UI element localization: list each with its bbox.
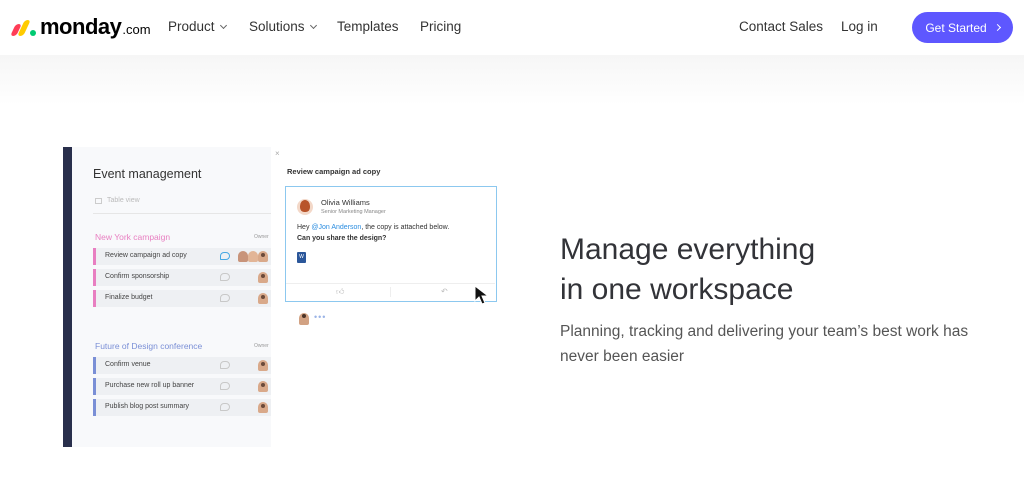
item-name: Review campaign ad copy bbox=[105, 252, 187, 259]
comment-bubble-icon bbox=[220, 294, 230, 302]
group-color-strip bbox=[93, 357, 96, 374]
nav-solutions-label: Solutions bbox=[249, 19, 305, 34]
avatar bbox=[258, 293, 268, 304]
monday-logo[interactable]: monday .com bbox=[10, 14, 151, 40]
comment-bubble-icon bbox=[220, 382, 230, 390]
comment-bubble-icon bbox=[220, 403, 230, 411]
comment-bubble-icon bbox=[220, 252, 230, 260]
update-message-line2: Can you share the design? bbox=[297, 235, 387, 242]
group-color-strip bbox=[93, 290, 96, 307]
table-row: Purchase new roll up banner bbox=[93, 378, 271, 395]
msg-suffix: , the copy is attached below. bbox=[361, 224, 450, 231]
group-color-strip bbox=[93, 269, 96, 286]
mouse-cursor-icon bbox=[474, 285, 490, 305]
typing-indicator: ••• bbox=[314, 312, 327, 322]
nav-templates[interactable]: Templates bbox=[337, 19, 399, 34]
hero-headline-line2: in one workspace bbox=[560, 273, 794, 306]
group-title: New York campaign bbox=[95, 232, 171, 242]
avatar bbox=[258, 381, 268, 392]
group-color-strip bbox=[93, 399, 96, 416]
logo-suffix: .com bbox=[122, 22, 151, 37]
header-fade-band bbox=[0, 55, 1024, 105]
like-icon: 👍︎ bbox=[336, 287, 345, 296]
comment-bubble-icon bbox=[220, 273, 230, 281]
nav-product[interactable]: Product bbox=[168, 19, 227, 34]
table-row: Confirm sponsorship bbox=[93, 269, 271, 286]
divider bbox=[93, 213, 271, 214]
board-title: Event management bbox=[93, 167, 202, 181]
avatar bbox=[258, 402, 268, 413]
item-name: Confirm sponsorship bbox=[105, 273, 170, 280]
close-icon: × bbox=[275, 149, 280, 158]
get-started-label: Get Started bbox=[925, 20, 987, 35]
author-role: Senior Marketing Manager bbox=[321, 209, 386, 215]
owner-column-header: Owner bbox=[254, 343, 269, 349]
chevron-right-icon bbox=[993, 23, 1001, 32]
table-row: Review campaign ad copy bbox=[93, 248, 271, 265]
author-name: Olivia Williams bbox=[321, 198, 370, 207]
group-title: Future of Design conference bbox=[95, 341, 203, 351]
board-mockup: Event management Table view New York cam… bbox=[63, 147, 271, 447]
owner-column-header: Owner bbox=[254, 234, 269, 240]
group-color-strip bbox=[93, 248, 96, 265]
view-selector: Table view bbox=[95, 197, 140, 204]
item-name: Confirm venue bbox=[105, 361, 151, 368]
view-label: Table view bbox=[107, 197, 140, 204]
avatar bbox=[238, 251, 248, 262]
comment-bubble-icon bbox=[220, 361, 230, 369]
nav-pricing[interactable]: Pricing bbox=[420, 19, 461, 34]
reply-icon: ↶ bbox=[441, 287, 448, 296]
login-link[interactable]: Log in bbox=[841, 19, 878, 34]
table-row: Publish blog post summary bbox=[93, 399, 271, 416]
nav-product-label: Product bbox=[168, 19, 215, 34]
contact-sales-link[interactable]: Contact Sales bbox=[739, 19, 823, 34]
logo-mark-icon bbox=[10, 20, 37, 36]
avatar bbox=[299, 313, 309, 325]
avatar bbox=[248, 251, 258, 262]
avatar bbox=[297, 199, 313, 215]
table-row: Confirm venue bbox=[93, 357, 271, 374]
avatar bbox=[258, 360, 268, 371]
update-card: Olivia Williams Senior Marketing Manager… bbox=[285, 186, 497, 302]
hero-subtext: Planning, tracking and delivering your t… bbox=[560, 323, 969, 365]
item-name: Publish blog post summary bbox=[105, 403, 190, 410]
hero-headline: Manage everything in one workspace bbox=[560, 230, 815, 310]
avatar bbox=[258, 251, 268, 262]
chevron-down-icon bbox=[219, 21, 227, 29]
card-divider bbox=[390, 287, 391, 297]
get-started-button[interactable]: Get Started bbox=[912, 12, 1013, 43]
avatar bbox=[258, 272, 268, 283]
card-divider bbox=[286, 283, 495, 284]
top-nav: monday .com Product Solutions Templates … bbox=[0, 0, 1024, 55]
logo-wordmark: monday bbox=[40, 14, 122, 39]
item-name: Finalize budget bbox=[105, 294, 153, 301]
user-mention: @Jon Anderson bbox=[311, 224, 362, 231]
group-color-strip bbox=[93, 378, 96, 395]
chevron-down-icon bbox=[309, 21, 317, 29]
update-message: Hey @Jon Anderson, the copy is attached … bbox=[297, 224, 449, 231]
panel-title: Review campaign ad copy bbox=[287, 167, 381, 176]
item-name: Purchase new roll up banner bbox=[105, 382, 195, 389]
board-sidebar bbox=[63, 147, 72, 447]
word-document-icon: W bbox=[297, 252, 306, 263]
nav-solutions[interactable]: Solutions bbox=[249, 19, 317, 34]
msg-prefix: Hey bbox=[297, 224, 312, 231]
hero-headline-line1: Manage everything bbox=[560, 233, 816, 266]
table-row: Finalize budget bbox=[93, 290, 271, 307]
table-view-icon bbox=[95, 197, 102, 204]
